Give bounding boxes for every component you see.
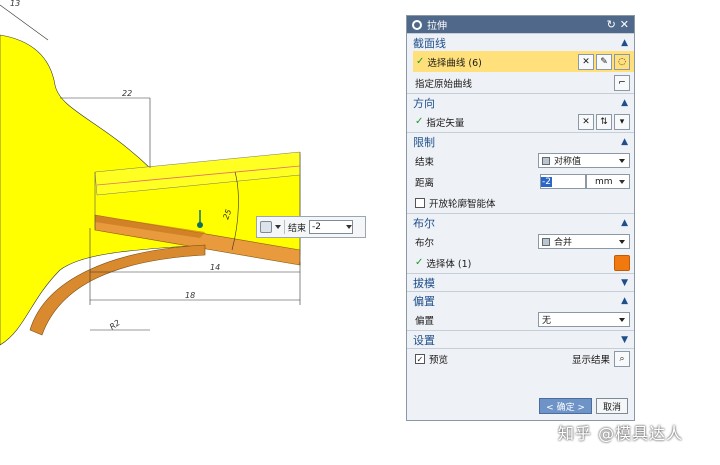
separator (284, 220, 285, 234)
floating-end-toolbar: 结束 -2 (256, 216, 366, 238)
chevron-up-icon[interactable]: ▲ (621, 296, 628, 306)
dropdown-arrow-icon[interactable]: ▾ (614, 113, 630, 130)
section-header-settings[interactable]: 设置 ▼ (407, 330, 634, 348)
dropdown-arrow-icon[interactable] (619, 179, 625, 184)
offset-label: 偏置 (415, 315, 435, 327)
extrude-dialog: 拉伸 ↻ ✕ 截面线 ▲ ✓ 选择曲线 (6) ✕ ✎ ◌ 指定原始曲线 ⌐ 方… (406, 15, 635, 421)
select-body-row[interactable]: ✓ 选择体 (1) (407, 252, 634, 273)
boolean-label: 布尔 (415, 237, 435, 249)
preview-label: 预览 (429, 355, 449, 366)
magnifier-icon[interactable]: ⌕ (614, 351, 630, 367)
check-icon: ✓ (415, 116, 424, 127)
vector-label: 指定矢量 (426, 117, 465, 129)
dialog-titlebar: 拉伸 ↻ ✕ (407, 16, 634, 33)
cube-icon (542, 156, 550, 165)
select-curve-label: 选择曲线 (6) (427, 57, 482, 69)
end-label: 结束 (415, 156, 435, 168)
origin-curve-icon[interactable]: ⌐ (614, 74, 630, 91)
boolean-row: 布尔 合并 (407, 231, 634, 252)
origin-curve-label: 指定原始曲线 (415, 78, 473, 90)
open-profile-label: 开放轮廓智能体 (429, 198, 496, 210)
solid-body-icon[interactable] (614, 254, 630, 271)
reset-icon[interactable]: ↻ (607, 18, 616, 31)
section-header-boolean[interactable]: 布尔 ▲ (407, 213, 634, 231)
vector-axis-icon[interactable]: ⇅ (596, 113, 612, 130)
open-profile-checkbox[interactable] (415, 197, 425, 208)
dialog-footer: < 确定 > 取消 (407, 392, 634, 420)
vector-origin (197, 222, 203, 228)
section-title: 拔模 (413, 276, 435, 290)
section-header-curve[interactable]: 截面线 ▲ (407, 33, 634, 51)
section-title: 布尔 (413, 216, 435, 230)
end-select[interactable]: 对称值 (538, 153, 630, 168)
section-header-offset[interactable]: 偏置 ▲ (407, 291, 634, 309)
watermark: 知乎 @模具达人 (558, 424, 684, 443)
offset-row: 偏置 无 (407, 309, 634, 330)
dim-13: 13 (10, 0, 20, 8)
gear-icon[interactable] (412, 19, 422, 30)
end-select-value: 对称值 (554, 157, 582, 167)
vector-row[interactable]: ✓ 指定矢量 ✕ ⇅ ▾ (407, 111, 634, 132)
dropdown-arrow-icon[interactable] (346, 225, 353, 229)
end-value-input[interactable]: -2 (309, 220, 354, 234)
sketch-icon[interactable]: ✎ (596, 53, 612, 70)
distance-value: -2 (541, 176, 552, 187)
offset-select[interactable]: 无 (538, 312, 630, 327)
dialog-title: 拉伸 (427, 21, 447, 32)
section-title: 限制 (413, 135, 435, 149)
section-header-limits[interactable]: 限制 ▲ (407, 132, 634, 150)
end-row: 结束 对称值 (407, 150, 634, 171)
cancel-button[interactable]: 取消 (595, 398, 628, 414)
end-value-text: -2 (312, 222, 321, 232)
section-title: 截面线 (413, 36, 446, 50)
boolean-select-value: 合并 (554, 238, 573, 248)
distance-row: 距离 -2 mm (407, 171, 634, 192)
section-header-draft[interactable]: 拔模 ▼ (407, 273, 634, 291)
offset-select-value: 无 (542, 316, 552, 326)
section-title: 偏置 (413, 294, 435, 308)
curve-select-icon[interactable]: ◌ (614, 53, 630, 70)
preview-row: ✓ 预览 显示结果 ⌕ (407, 348, 634, 369)
open-profile-row[interactable]: 开放轮廓智能体 (407, 192, 634, 213)
chevron-up-icon[interactable]: ▲ (621, 98, 628, 108)
distance-input[interactable]: -2 (540, 174, 586, 189)
chevron-down-icon[interactable]: ▼ (621, 335, 628, 345)
curve-rule-icon[interactable]: ✕ (578, 53, 594, 70)
chevron-up-icon[interactable]: ▲ (621, 218, 628, 228)
dropdown-arrow-icon[interactable] (619, 317, 625, 322)
preview-checkbox[interactable]: ✓ (415, 354, 425, 364)
chevron-up-icon[interactable]: ▲ (621, 137, 628, 147)
dim-r2: R2 (108, 318, 122, 331)
chevron-down-icon[interactable]: ▼ (621, 278, 628, 288)
distance-label: 距离 (415, 177, 435, 189)
chevron-up-icon[interactable]: ▲ (621, 38, 628, 48)
dropdown-arrow-icon[interactable] (275, 225, 281, 229)
check-icon: ✓ (415, 257, 424, 268)
unite-icon (542, 237, 550, 246)
dim-18: 18 (185, 291, 195, 300)
dropdown-arrow-icon[interactable] (619, 158, 625, 163)
select-curve-row[interactable]: ✓ 选择曲线 (6) ✕ ✎ ◌ (413, 51, 634, 72)
origin-curve-row[interactable]: 指定原始曲线 ⌐ (407, 72, 634, 93)
section-title: 设置 (413, 333, 435, 347)
distance-unit-select[interactable]: mm (586, 174, 630, 189)
end-label: 结束 (288, 223, 307, 234)
section-title: 方向 (413, 96, 435, 110)
check-icon: ✓ (416, 56, 425, 67)
show-result-label: 显示结果 (571, 355, 610, 366)
dim-14: 14 (210, 263, 220, 272)
section-header-direction[interactable]: 方向 ▲ (407, 93, 634, 111)
boolean-select[interactable]: 合并 (538, 234, 630, 249)
close-icon[interactable]: ✕ (620, 18, 629, 31)
cube-icon[interactable] (260, 221, 272, 233)
ok-button[interactable]: < 确定 > (539, 398, 592, 414)
dim-22: 22 (122, 89, 132, 98)
reverse-direction-icon[interactable]: ✕ (578, 113, 594, 130)
unit-value: mm (595, 176, 613, 187)
select-body-label: 选择体 (1) (426, 258, 472, 270)
dropdown-arrow-icon[interactable] (619, 239, 625, 244)
